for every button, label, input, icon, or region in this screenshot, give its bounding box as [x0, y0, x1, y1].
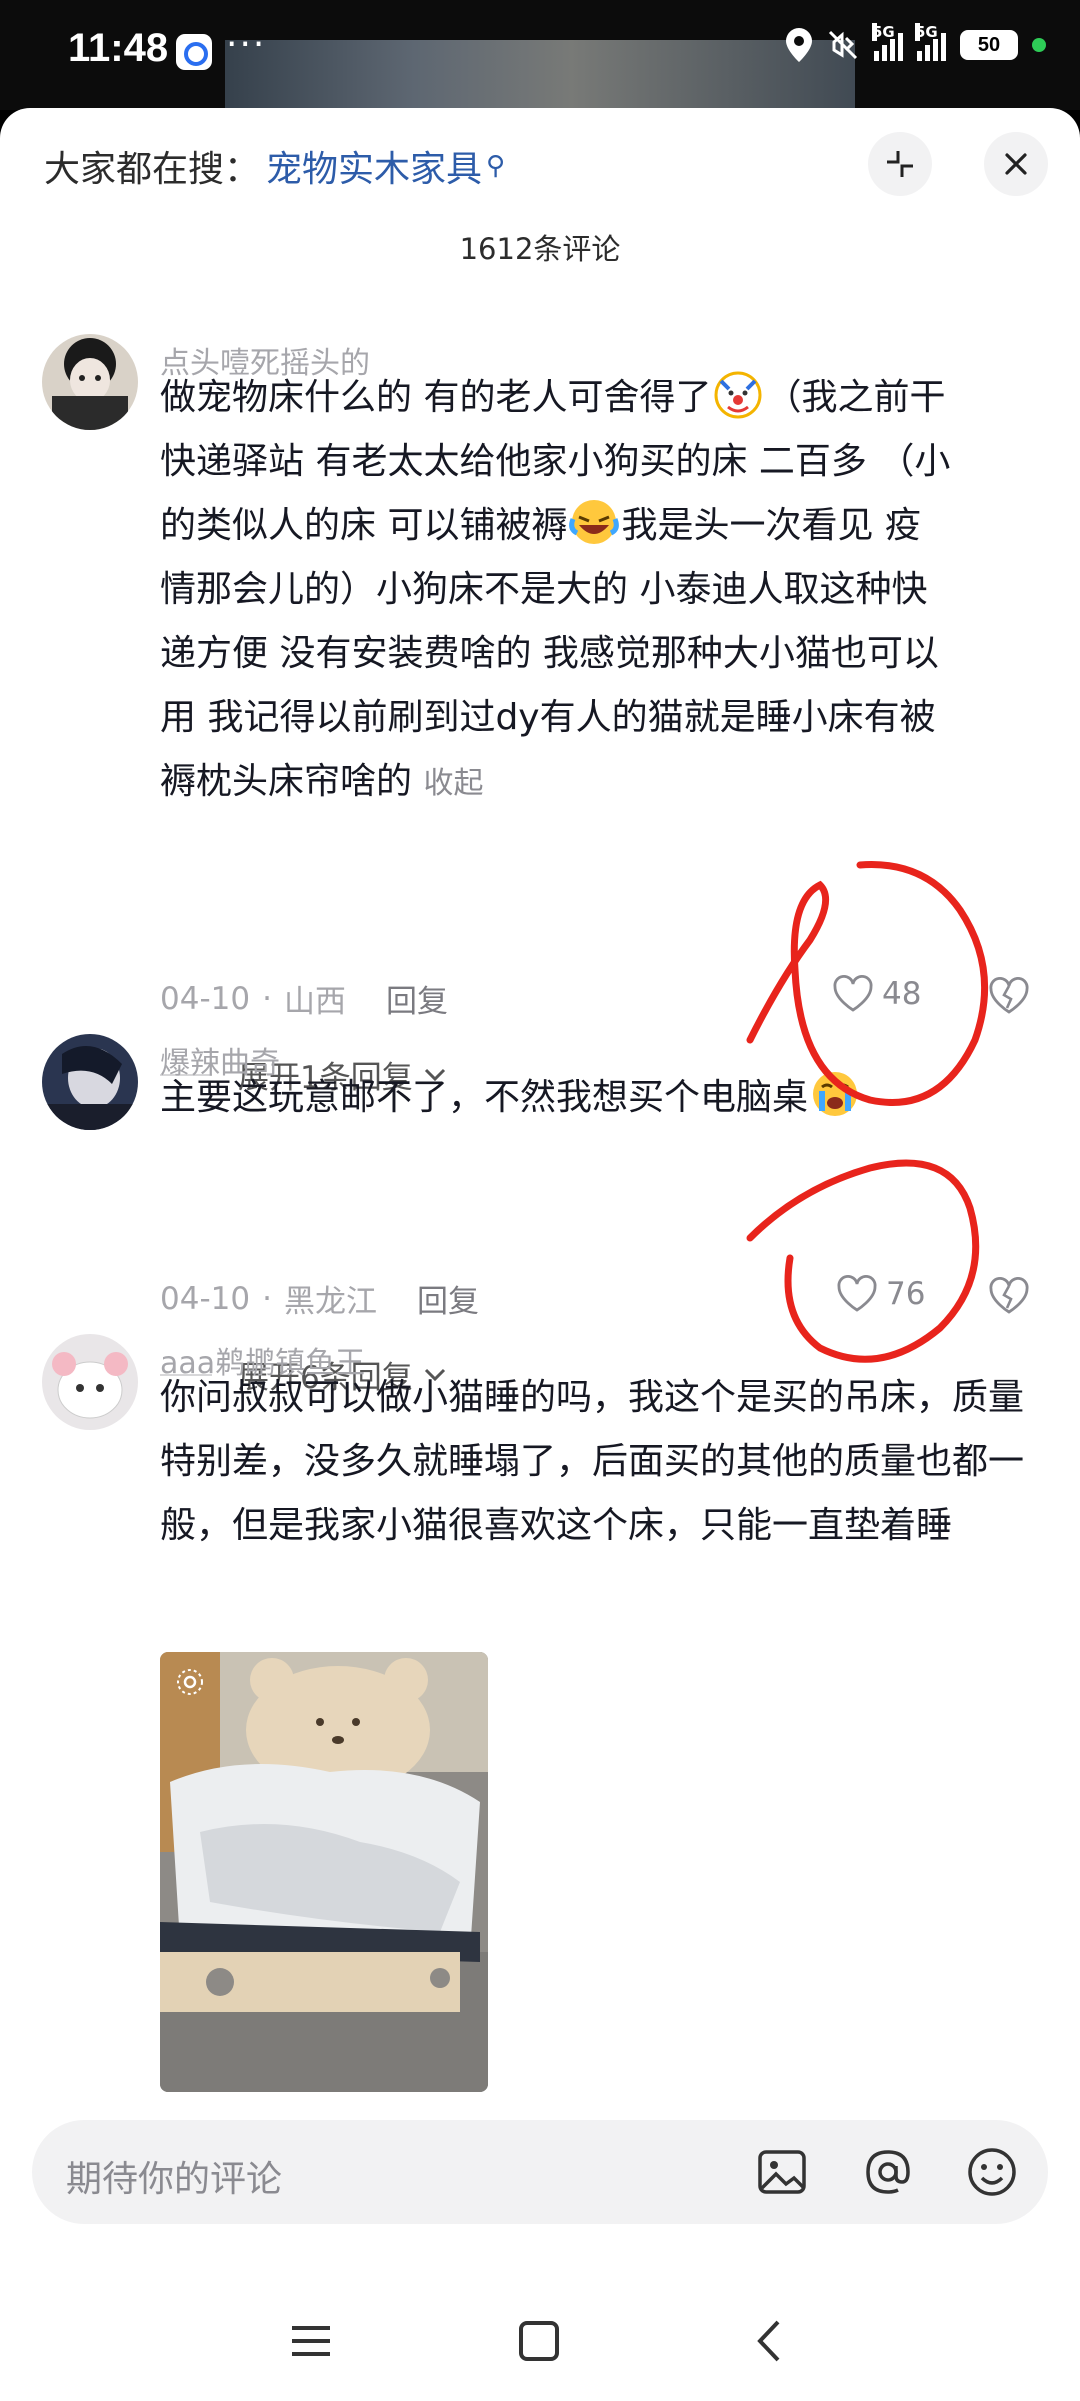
- like-button[interactable]: 76: [836, 1274, 925, 1314]
- location-icon: [786, 28, 812, 62]
- app-badge-icon: [176, 34, 212, 70]
- comment-input-placeholder: 期待你的评论: [66, 2159, 283, 2200]
- close-button[interactable]: [984, 132, 1048, 196]
- like-count: 76: [886, 1276, 926, 1312]
- comment-meta: 04-10 · 山西 回复: [160, 976, 448, 1021]
- crying-emoji-icon: [813, 1072, 858, 1116]
- heart-icon: [833, 975, 873, 1012]
- search-prefix: 大家都在搜：: [44, 149, 261, 190]
- image-icon[interactable]: [754, 2144, 810, 2200]
- comment-date: 04-10: [160, 1280, 251, 1317]
- comment-sheet: 大家都在搜： 宠物实木家具 ⚲ 1612条评论 点头噎死摇头的 做宠物床什么的 …: [0, 108, 1080, 2401]
- reply-button[interactable]: 回复: [386, 976, 448, 1021]
- signal-icon-2: 5G: [915, 23, 946, 61]
- collapse-button[interactable]: [868, 132, 932, 196]
- status-icons: 5G 5G 50: [786, 23, 1046, 62]
- home-icon[interactable]: [512, 2314, 566, 2368]
- comment-input[interactable]: 期待你的评论: [32, 2120, 1048, 2224]
- emoji-icon[interactable]: [964, 2144, 1020, 2200]
- like-count: 48: [882, 976, 922, 1012]
- search-keyword-link[interactable]: 宠物实木家具: [266, 140, 482, 192]
- search-icon: ⚲: [486, 151, 506, 181]
- comment-text: 你问叔叔可以做小猫睡的吗，我这个是买的吊床，质量特别差，没多久就睡塌了，后面买的…: [160, 1377, 1025, 1546]
- search-suggestion[interactable]: 大家都在搜： 宠物实木家具 ⚲: [44, 140, 505, 192]
- comment-text: 做宠物床什么的 有的老人可舍得了 （我之前干 快递驿站 有老太太给他家小狗买的床 …: [160, 366, 1040, 816]
- at-icon[interactable]: [860, 2144, 916, 2200]
- back-icon[interactable]: [744, 2314, 798, 2368]
- comment-location: 山西: [283, 984, 346, 1020]
- comment-date: 04-10: [160, 980, 251, 1017]
- comment-location: 黑龙江: [283, 1284, 377, 1320]
- comment-meta: 04-10 · 黑龙江 回复: [160, 1276, 479, 1321]
- background-peek: [225, 40, 855, 110]
- live-photo-icon: [177, 1669, 203, 1695]
- crying-laughing-emoji-icon: [569, 500, 620, 544]
- privacy-dot-icon: [1032, 38, 1046, 52]
- status-bar: 11:48 ··· 5G 5G 50: [0, 0, 1080, 110]
- broken-heart-icon[interactable]: [988, 976, 1030, 1016]
- clown-emoji-icon: [714, 371, 762, 419]
- collapse-icon: [887, 151, 913, 177]
- avatar[interactable]: [42, 1334, 138, 1430]
- comment-text: 主要这玩意邮不了，不然我想买个电脑桌: [160, 1066, 1040, 1130]
- status-time: 11:48: [68, 26, 169, 70]
- menu-icon[interactable]: [284, 2314, 338, 2368]
- collapse-link[interactable]: 收起: [423, 766, 483, 801]
- broken-heart-icon[interactable]: [988, 1276, 1030, 1316]
- mute-icon: [828, 30, 858, 60]
- more-notifications-icon: ···: [226, 24, 267, 65]
- avatar[interactable]: [42, 1034, 138, 1130]
- comment-image[interactable]: [160, 1652, 488, 2092]
- avatar[interactable]: [42, 334, 138, 430]
- heart-icon: [837, 1275, 877, 1312]
- battery-icon: 50: [960, 30, 1018, 60]
- close-icon: [1005, 153, 1027, 175]
- comment-count: 1612条评论: [459, 232, 621, 266]
- reply-button[interactable]: 回复: [417, 1276, 479, 1321]
- signal-icon: 5G: [872, 23, 903, 61]
- system-nav-bar: [0, 2278, 1080, 2401]
- like-button[interactable]: 48: [832, 974, 921, 1014]
